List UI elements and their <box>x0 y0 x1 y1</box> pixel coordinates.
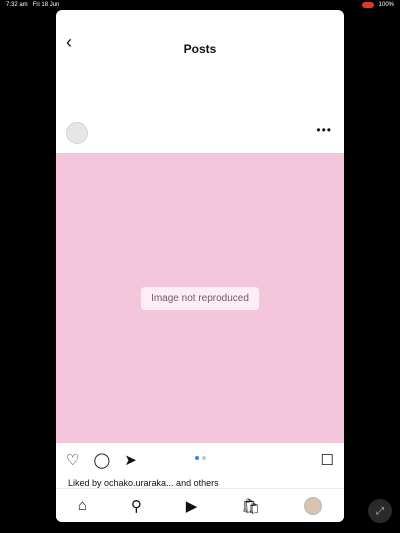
post-image[interactable]: Image not reproduced <box>56 153 344 443</box>
likes-summary[interactable]: Liked by ochako.uraraka... and others <box>68 478 219 488</box>
collapse-icon[interactable]: ⤢ <box>368 499 392 523</box>
carousel-dot <box>201 456 206 460</box>
home-icon[interactable]: ⌂ <box>78 497 87 514</box>
send-icon[interactable]: ➤ <box>124 453 137 468</box>
more-horizontal-icon[interactable]: ••• <box>316 123 332 137</box>
bottom-tab-bar: ⌂ ⚲ ▶ 🛍 <box>56 488 344 522</box>
image-placeholder-label: Image not reproduced <box>141 286 259 310</box>
status-date: Fri 18 Jun <box>32 2 60 8</box>
carousel-indicator <box>56 456 344 460</box>
status-time: 7:32 am <box>6 2 28 8</box>
top-nav: ‹ Posts <box>56 10 344 72</box>
reels-icon[interactable]: ▶ <box>186 497 198 515</box>
carousel-dot-active <box>194 456 199 460</box>
comment-icon[interactable]: ◯ <box>93 453 110 468</box>
app-window: ‹ Posts ••• Image not reproduced ♡ ◯ ➤ ☐… <box>56 10 344 522</box>
screen-recording-indicator <box>361 2 374 8</box>
profile-avatar[interactable] <box>304 496 323 515</box>
post-actions: ♡ ◯ ➤ ☐ <box>66 450 334 470</box>
search-icon[interactable]: ⚲ <box>131 497 142 515</box>
status-bar: 7:32 am Fri 18 Jun 100% <box>0 0 400 10</box>
bookmark-icon[interactable]: ☐ <box>321 453 334 468</box>
shop-icon[interactable]: 🛍 <box>241 497 260 515</box>
post-author-avatar[interactable] <box>66 122 88 144</box>
page-title: Posts <box>183 42 217 56</box>
heart-icon[interactable]: ♡ <box>66 453 79 468</box>
battery-level: 100% <box>378 2 394 8</box>
